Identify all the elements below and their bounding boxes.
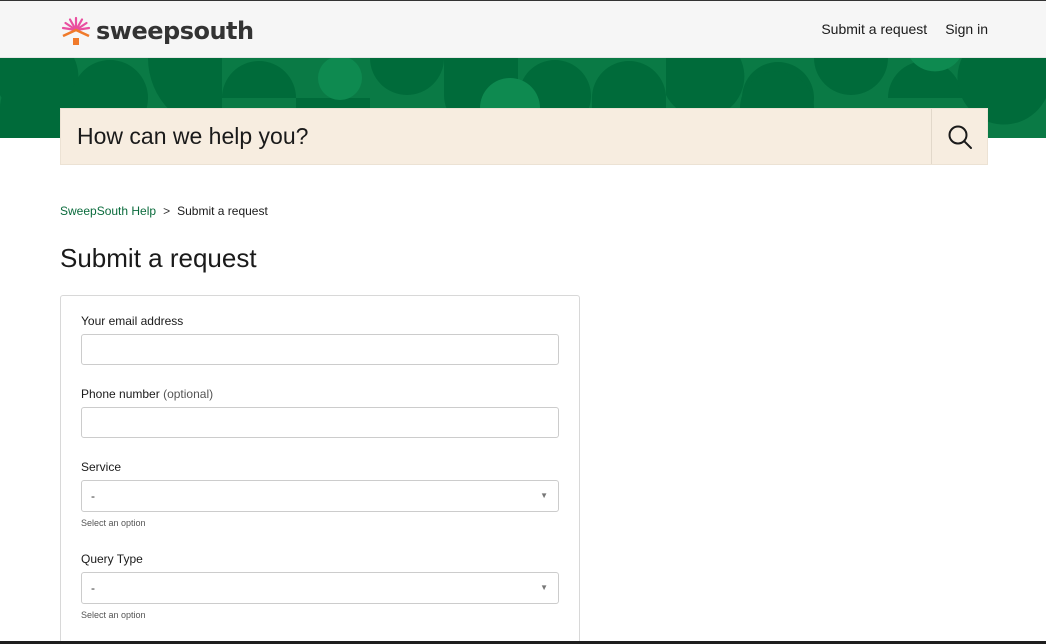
brand-logo[interactable]: sweepsouth bbox=[60, 15, 254, 47]
service-selected-value: - bbox=[91, 489, 95, 503]
search-button[interactable] bbox=[931, 109, 987, 164]
nav-submit-request-link[interactable]: Submit a request bbox=[821, 21, 927, 37]
sweepsouth-sun-house-icon bbox=[61, 16, 91, 45]
query-type-label: Query Type bbox=[81, 552, 143, 566]
chevron-down-icon: ▼ bbox=[540, 583, 548, 592]
breadcrumb-home-link[interactable]: SweepSouth Help bbox=[60, 204, 156, 218]
breadcrumb-current: Submit a request bbox=[177, 204, 268, 218]
search-input[interactable] bbox=[61, 109, 932, 164]
query-type-hint: Select an option bbox=[81, 610, 146, 620]
phone-optional-text: (optional) bbox=[163, 387, 214, 401]
service-label: Service bbox=[81, 460, 122, 474]
phone-label-text: Phone number bbox=[81, 387, 160, 401]
email-label: Your email address bbox=[81, 314, 184, 328]
chevron-down-icon: ▼ bbox=[540, 491, 548, 500]
breadcrumb: SweepSouth Help > Submit a request bbox=[60, 204, 268, 218]
brand-name: sweepsouth bbox=[96, 17, 254, 45]
page-title: Submit a request bbox=[60, 243, 257, 273]
breadcrumb-separator: > bbox=[163, 204, 171, 218]
nav-sign-in-link[interactable]: Sign in bbox=[945, 21, 988, 37]
request-form: Your email address Phone number (optiona… bbox=[60, 295, 580, 644]
query-type-selected-value: - bbox=[91, 581, 95, 595]
service-select[interactable]: - ▼ bbox=[81, 480, 559, 512]
phone-label: Phone number (optional) bbox=[81, 387, 213, 401]
service-hint: Select an option bbox=[81, 518, 146, 528]
search-bar bbox=[60, 108, 988, 165]
email-field[interactable] bbox=[81, 334, 559, 365]
site-header: sweepsouth Submit a request Sign in bbox=[0, 0, 1046, 58]
search-icon bbox=[948, 125, 972, 149]
phone-field[interactable] bbox=[81, 407, 559, 438]
top-nav: Submit a request Sign in bbox=[821, 21, 988, 37]
query-type-select[interactable]: - ▼ bbox=[81, 572, 559, 604]
